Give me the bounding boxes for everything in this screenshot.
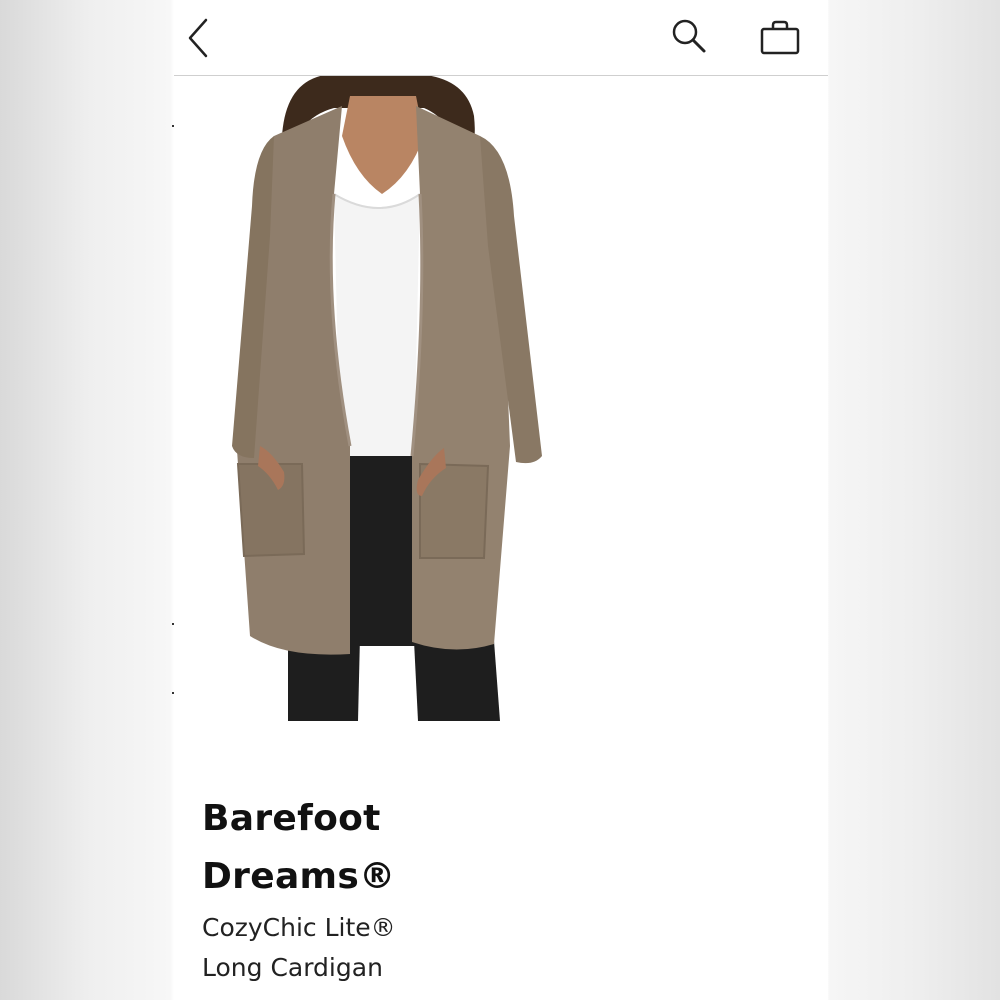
cardigan-photo (232, 74, 542, 721)
search-button[interactable] (668, 16, 712, 60)
shopping-bag-button[interactable] (758, 16, 802, 60)
product-name-line-1: CozyChic Lite® (202, 913, 396, 942)
brand-name[interactable]: Barefoot Dreams® (202, 790, 802, 906)
shopping-bag-icon (760, 20, 800, 55)
product-page: Barefoot Dreams® CozyChic Lite® Long Car… (174, 0, 828, 1000)
top-nav-bar (174, 0, 828, 76)
product-image[interactable] (174, 74, 828, 726)
brand-line-1: Barefoot (202, 798, 381, 839)
chevron-left-icon (188, 18, 208, 58)
product-info: Barefoot Dreams® CozyChic Lite® Long Car… (202, 790, 802, 988)
product-name-line-2: Long Cardigan (202, 953, 383, 982)
brand-line-2: Dreams® (202, 856, 396, 897)
product-name: CozyChic Lite® Long Cardigan (202, 908, 802, 988)
search-icon (672, 19, 706, 53)
back-button[interactable] (182, 14, 222, 62)
